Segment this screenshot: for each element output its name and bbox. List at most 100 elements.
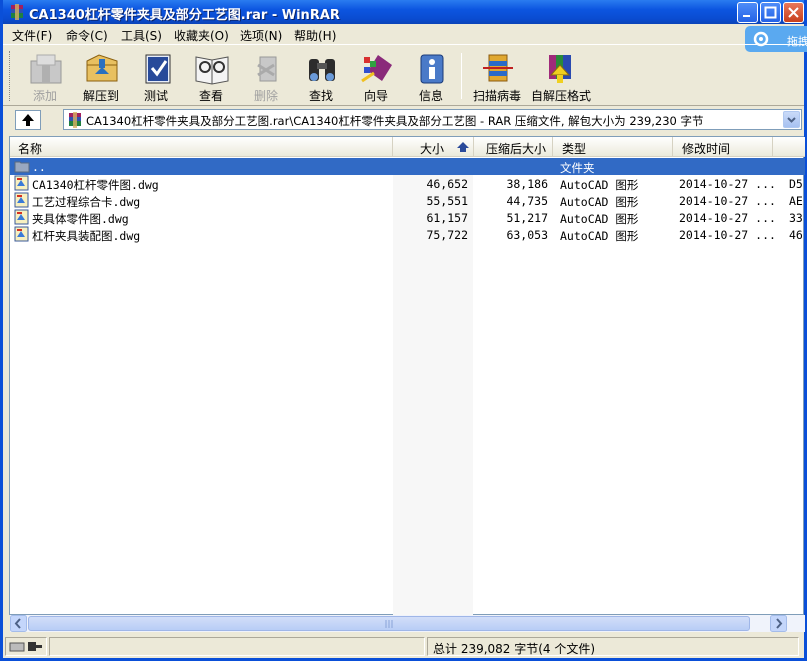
column-header-packed[interactable]: 压缩后大小: [474, 137, 553, 156]
status-bar: 总计 239,082 字节(4 个文件): [3, 635, 804, 658]
file-type: AutoCAD 图形: [560, 178, 639, 192]
dwg-file-icon: [14, 226, 29, 242]
file-packed-size: 51,217: [506, 211, 548, 225]
dwg-file-icon: [14, 175, 29, 191]
toolbar-grip[interactable]: [9, 51, 13, 101]
file-packed-size: 38,186: [506, 177, 548, 191]
close-icon: [788, 7, 799, 18]
address-dropdown-button[interactable]: [783, 111, 800, 128]
close-button[interactable]: [783, 2, 804, 23]
toolbar: 添加 解压到 测试 查看 删除 查找 向导 信息 扫描病毒 自解压格式: [3, 44, 804, 106]
delete-button[interactable]: 删除: [238, 49, 294, 105]
find-button[interactable]: 查找: [293, 49, 349, 105]
menu-help[interactable]: 帮助(H): [294, 27, 336, 44]
drive-icon: [9, 642, 42, 652]
minimize-icon: [743, 15, 750, 17]
horizontal-scrollbar[interactable]: [10, 615, 805, 632]
table-row[interactable]: CA1340杠杆零件图.dwg 46,652 38,186 AutoCAD 图形…: [10, 175, 805, 192]
menu-bar: 文件(F) 命令(C) 工具(S) 收藏夹(O) 选项(N) 帮助(H): [3, 24, 743, 44]
view-button[interactable]: 查看: [183, 49, 239, 105]
dwg-file-icon: [14, 192, 29, 208]
add-button[interactable]: 添加: [17, 49, 73, 105]
file-name: 杠杆夹具装配图.dwg: [32, 229, 141, 243]
file-size: 46,652: [426, 177, 468, 191]
menu-favorites[interactable]: 收藏夹(O): [174, 27, 229, 44]
file-type: AutoCAD 图形: [560, 195, 639, 209]
address-bar: CA1340杠杆零件夹具及部分工艺图.rar\CA1340杠杆零件夹具及部分工艺…: [3, 108, 804, 132]
file-size: 61,157: [426, 211, 468, 225]
parent-folder-type: 文件夹: [560, 161, 595, 175]
rar-archive-icon: [69, 112, 81, 128]
scroll-left-button[interactable]: [10, 615, 27, 632]
file-type: AutoCAD 图形: [560, 229, 639, 243]
menu-tools[interactable]: 工具(S): [121, 27, 162, 44]
sort-ascending-icon: [457, 142, 469, 152]
file-name: CA1340杠杆零件图.dwg: [32, 178, 159, 192]
file-name: 工艺过程综合卡.dwg: [32, 195, 141, 209]
column-header-name[interactable]: 名称: [10, 137, 393, 156]
address-path: CA1340杠杆零件夹具及部分工艺图.rar\CA1340杠杆零件夹具及部分工艺…: [86, 114, 704, 128]
table-row[interactable]: 工艺过程综合卡.dwg 55,551 44,735 AutoCAD 图形 201…: [10, 192, 805, 209]
parent-folder-name: ..: [32, 160, 46, 174]
file-list-header: 名称 大小 压缩后大小 类型 修改时间: [10, 137, 805, 157]
scan-virus-button[interactable]: 扫描病毒: [469, 49, 525, 105]
title-bar[interactable]: CA1340杠杆零件夹具及部分工艺图.rar - WinRAR: [3, 0, 804, 24]
address-combo[interactable]: CA1340杠杆零件夹具及部分工艺图.rar\CA1340杠杆零件夹具及部分工艺…: [63, 109, 802, 130]
find-icon: [309, 59, 335, 81]
maximize-button[interactable]: [760, 2, 781, 23]
extract-to-icon: [86, 54, 118, 82]
menu-commands[interactable]: 命令(C): [66, 27, 108, 44]
folder-up-icon: [14, 161, 30, 173]
wizard-button[interactable]: 向导: [348, 49, 404, 105]
file-list[interactable]: 名称 大小 压缩后大小 类型 修改时间 .. 文件夹 CA1340杠杆零件图.d…: [9, 136, 805, 632]
file-packed-size: 63,053: [506, 228, 548, 242]
file-crc: 33: [789, 211, 803, 225]
winrar-window: CA1340杠杆零件夹具及部分工艺图.rar - WinRAR 拖拽 文件(F)…: [0, 0, 807, 661]
scan-virus-icon: [483, 54, 513, 82]
file-type: AutoCAD 图形: [560, 212, 639, 226]
file-size: 55,551: [426, 194, 468, 208]
maximize-icon: [764, 6, 777, 19]
test-icon: [145, 54, 171, 84]
sfx-icon: [549, 55, 571, 83]
menu-file[interactable]: 文件(F): [12, 27, 52, 44]
chevron-down-icon: [787, 117, 796, 123]
window-title: CA1340杠杆零件夹具及部分工艺图.rar - WinRAR: [29, 8, 340, 23]
info-button[interactable]: 信息: [403, 49, 459, 105]
wizard-icon: [361, 55, 392, 83]
dwg-file-icon: [14, 209, 29, 225]
scroll-right-button[interactable]: [770, 615, 787, 632]
file-packed-size: 44,735: [506, 194, 548, 208]
file-name: 夹具体零件图.dwg: [32, 212, 129, 226]
status-drive-panel[interactable]: [5, 637, 47, 656]
column-header-crc[interactable]: [773, 137, 805, 156]
info-icon: [420, 54, 444, 84]
file-modified: 2014-10-27 ...: [679, 177, 776, 191]
delete-icon: [257, 56, 277, 82]
sfx-button[interactable]: 自解压格式: [531, 49, 591, 105]
column-header-size[interactable]: 大小: [393, 137, 474, 156]
column-header-modified[interactable]: 修改时间: [673, 137, 773, 156]
table-row[interactable]: 夹具体零件图.dwg 61,157 51,217 AutoCAD 图形 2014…: [10, 209, 805, 226]
winrar-app-icon: [11, 4, 23, 20]
menu-options[interactable]: 选项(N): [240, 27, 282, 44]
file-modified: 2014-10-27 ...: [679, 194, 776, 208]
column-header-size-label: 大小: [420, 142, 445, 156]
file-modified: 2014-10-27 ...: [679, 211, 776, 225]
scroll-thumb[interactable]: [28, 616, 750, 631]
arrow-up-icon: [22, 114, 34, 126]
file-crc: 46: [789, 228, 803, 242]
view-icon: [195, 56, 229, 85]
status-selection-panel: [49, 637, 425, 656]
extract-to-button[interactable]: 解压到: [73, 49, 129, 105]
toolbar-separator: [461, 53, 462, 99]
parent-folder-row[interactable]: .. 文件夹: [10, 158, 805, 175]
test-button[interactable]: 测试: [128, 49, 184, 105]
file-crc: D5: [789, 177, 803, 191]
up-folder-button[interactable]: [15, 110, 41, 130]
table-row[interactable]: 杠杆夹具装配图.dwg 75,722 63,053 AutoCAD 图形 201…: [10, 226, 805, 243]
minimize-button[interactable]: [737, 2, 758, 23]
column-header-type[interactable]: 类型: [553, 137, 673, 156]
grip-icon: [385, 620, 393, 628]
file-modified: 2014-10-27 ...: [679, 228, 776, 242]
